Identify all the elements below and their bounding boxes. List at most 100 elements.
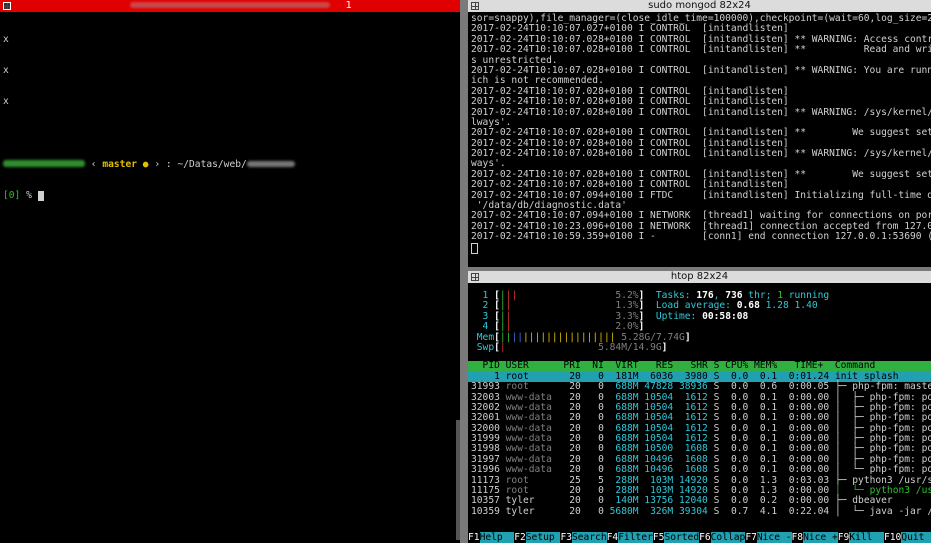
process-pri: 20: [563, 505, 587, 517]
fkey-f1[interactable]: F1Help: [468, 532, 515, 543]
process-time: 0:03.03: [782, 474, 835, 486]
mem-usage: 5.28G/7.74G: [615, 331, 685, 343]
process-cpu: 0.0: [725, 495, 755, 507]
fkey-f6[interactable]: F6Collap: [699, 532, 746, 543]
process-time: 0:00.00: [782, 443, 835, 455]
bracket: ]: [684, 331, 691, 343]
process-res: 47828: [644, 381, 679, 393]
process-ni: 0: [586, 464, 610, 476]
fkey-key: F4: [606, 532, 619, 543]
threads-label: thr;: [742, 290, 778, 301]
fkey-f8[interactable]: F8Nice +: [791, 532, 838, 543]
left-terminal-pane[interactable]: 1 x x x ‹ master ● › : ~/Datas/web/ [0] …: [0, 0, 460, 543]
uptime-label: Uptime:: [655, 310, 703, 322]
prompt-symbol: %: [26, 189, 32, 201]
process-mem: 4.1: [754, 505, 783, 517]
fkey-f4[interactable]: F4Filter: [606, 532, 653, 543]
pane-menu-icon[interactable]: [3, 2, 11, 10]
shell-prompt-line[interactable]: [0] %: [3, 189, 458, 202]
uptime-value: 00:58:08: [702, 310, 749, 322]
process-command: ├─ python3 /usr/sbi: [834, 474, 931, 486]
pane-menu-icon[interactable]: [471, 2, 479, 10]
process-user: tyler: [505, 495, 564, 507]
process-time: 0:00.00: [782, 464, 835, 476]
process-shr: 14920: [678, 474, 714, 486]
process-row[interactable]: 10359 tyler 20 0 5680M 326M 39304 S 0.7 …: [468, 505, 931, 517]
fkey-key: F10: [883, 532, 902, 543]
fkey-label: Kill: [849, 532, 884, 543]
process-table[interactable]: 1 root 20 0 181M 6036 3980 S 0.0 0.1 0:0…: [468, 371, 931, 517]
redacted-path: [246, 160, 295, 167]
swp-usage: 5.84M/14.9G: [505, 341, 662, 353]
process-mem: 1.3: [754, 474, 783, 486]
process-res: 10504: [644, 412, 679, 424]
tasks-sep: ,: [713, 290, 726, 301]
process-res: 10504: [644, 391, 679, 403]
cpu-pct: 3.3%: [511, 310, 639, 322]
fkey-f10[interactable]: F10Quit: [883, 532, 931, 543]
process-user: www-data: [505, 391, 564, 403]
mem-label: Mem: [471, 331, 495, 343]
process-shr: 12040: [678, 495, 714, 507]
tasks-info: Tasks: 176, 736 thr; 1 running: [656, 290, 829, 301]
pane-menu-icon[interactable]: [471, 273, 479, 281]
process-pri: 20: [563, 495, 587, 507]
mongod-terminal-pane[interactable]: sudo mongod 82x24 sor=snappy),file_manag…: [468, 0, 931, 267]
fkey-f5[interactable]: F5Sorted: [652, 532, 700, 543]
process-cpu: 0.0: [725, 443, 755, 455]
process-state: S: [713, 391, 726, 403]
cpu-bar: ||: [500, 300, 512, 311]
log-line: 2017-02-24T10:10:59.359+0100 I - [conn1]…: [471, 231, 931, 243]
process-user: www-data: [505, 443, 564, 455]
process-res: 103M: [644, 474, 679, 486]
fkey-key: F3: [560, 532, 572, 543]
process-user: tyler: [505, 505, 564, 517]
process-virt: 288M: [609, 474, 645, 486]
process-pid: 31998: [471, 443, 506, 455]
fkey-f9[interactable]: F9Kill: [837, 532, 884, 543]
process-res: 10496: [644, 464, 679, 476]
cpu-pct: 5.2%: [517, 290, 639, 301]
prompt-prefix: [0]: [3, 189, 21, 201]
fkey-key: F8: [791, 532, 804, 543]
process-virt: 688M: [609, 381, 645, 393]
htop-view: 1 [||| 5.2%] Tasks: 176, 736 thr; 1 runn…: [468, 285, 931, 517]
process-virt: 688M: [609, 391, 645, 403]
mongod-title: sudo mongod 82x24: [648, 0, 751, 11]
fkey-f2[interactable]: F2Setup: [514, 532, 561, 543]
fkey-key: F9: [837, 532, 850, 543]
process-state: S: [713, 443, 726, 455]
cpu-id: 2: [471, 300, 495, 312]
process-virt: 688M: [609, 443, 645, 455]
fkey-f7[interactable]: F7Nice -: [745, 532, 792, 543]
process-ni: 0: [586, 381, 610, 393]
process-mem: 0.1: [754, 443, 783, 455]
htop-terminal-pane[interactable]: htop 82x24 1 [||| 5.2%] Tasks: 176, 736 …: [468, 271, 931, 543]
process-pid: 11173: [471, 474, 506, 486]
process-state: S: [713, 464, 726, 476]
left-pane-titlebar[interactable]: 1: [0, 0, 460, 12]
process-virt: 140M: [609, 495, 645, 507]
log-line: 2017-02-24T10:10:07.028+0100 I CONTROL […: [471, 44, 931, 56]
cpu-id: 3: [471, 310, 495, 322]
process-state: S: [713, 381, 726, 393]
process-cpu: 0.0: [725, 464, 755, 476]
process-user: www-data: [505, 412, 564, 424]
process-time: 0:00.00: [782, 495, 835, 507]
bracket: ]: [661, 341, 668, 353]
process-time: 0:00.05: [782, 381, 835, 393]
process-shr: 1608: [678, 464, 714, 476]
htop-titlebar[interactable]: htop 82x24: [468, 271, 931, 283]
git-branch: master: [102, 158, 137, 170]
fkey-label: Quit: [901, 532, 931, 543]
vertical-divider[interactable]: [460, 0, 468, 543]
fkey-key: F2: [514, 532, 526, 543]
fkey-f3[interactable]: F3Search: [560, 532, 607, 543]
process-pid: 10359: [471, 505, 506, 517]
log-line: 2017-02-24T10:10:07.028+0100 I CONTROL […: [471, 148, 931, 160]
tasks-label: Tasks:: [655, 290, 697, 301]
process-user: root: [505, 474, 564, 486]
mongod-titlebar[interactable]: sudo mongod 82x24: [468, 0, 931, 12]
bracket: ]: [638, 310, 645, 322]
process-time: 0:22.04: [782, 505, 835, 517]
